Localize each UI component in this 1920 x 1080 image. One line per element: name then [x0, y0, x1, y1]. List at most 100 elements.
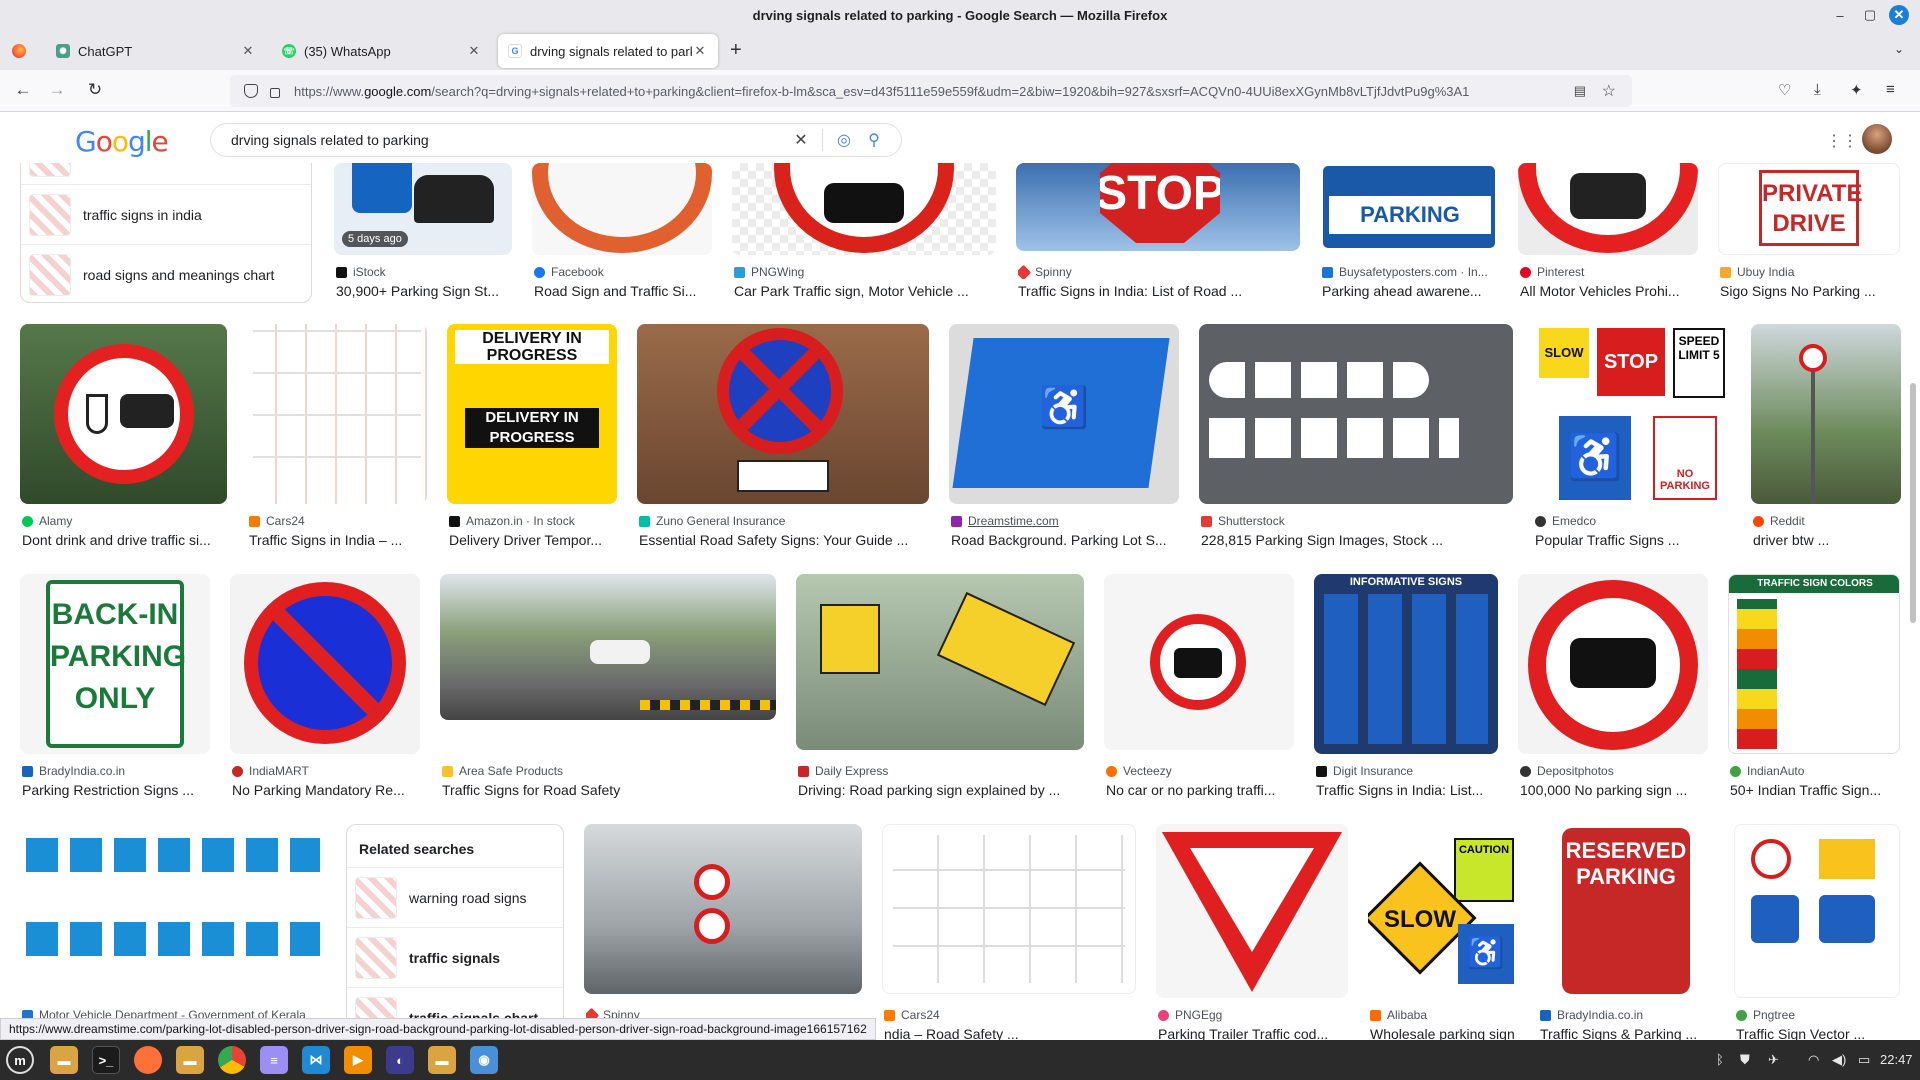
- minimize-icon[interactable]: –: [1830, 5, 1850, 25]
- result-image[interactable]: [1751, 324, 1901, 504]
- image-result[interactable]: 5 days ago iStock 30,900+ Parking Sign S…: [334, 163, 512, 303]
- result-source[interactable]: BradyIndia.co.in: [1540, 1008, 1716, 1022]
- result-image[interactable]: BACK-IN PARKING ONLY: [20, 574, 210, 754]
- clock[interactable]: 22:47: [1880, 1052, 1913, 1067]
- url-bar[interactable]: https://www.google.com/search?q=drving+s…: [230, 75, 1632, 107]
- result-source[interactable]: BradyIndia.co.in: [22, 764, 212, 778]
- chrome-icon[interactable]: [218, 1046, 246, 1074]
- result-source[interactable]: Alamy: [22, 514, 229, 528]
- result-image[interactable]: [532, 163, 712, 255]
- list-all-tabs-icon[interactable]: ⌄: [1894, 42, 1904, 56]
- image-result[interactable]: Pngtree Traffic Sign Vector ...: [1734, 824, 1900, 1040]
- google-logo[interactable]: Google: [75, 125, 169, 158]
- notification-icon[interactable]: ✈: [1768, 1052, 1779, 1068]
- result-title[interactable]: 50+ Indian Traffic Sign...: [1730, 782, 1902, 798]
- bluetooth-icon[interactable]: ᛒ: [1716, 1052, 1724, 1067]
- firefox-taskbar-icon[interactable]: [134, 1046, 162, 1074]
- result-image[interactable]: [20, 324, 227, 504]
- result-image[interactable]: SLOW STOP SPEED LIMIT 5 ♿ NO PARKING: [1533, 324, 1731, 504]
- result-title[interactable]: Parking Restriction Signs ...: [22, 782, 212, 798]
- result-source[interactable]: Spinny: [1018, 265, 1302, 279]
- result-image[interactable]: 5 days ago: [334, 163, 512, 255]
- result-title[interactable]: 30,900+ Parking Sign St...: [336, 283, 514, 299]
- result-image[interactable]: [796, 574, 1084, 750]
- tab-chatgpt[interactable]: ✺ ChatGPT ✕: [46, 34, 266, 68]
- result-source[interactable]: Emedco: [1535, 514, 1733, 528]
- result-source[interactable]: Facebook: [534, 265, 714, 279]
- image-result[interactable]: TRAFFIC SIGN COLORS IndianAuto 50+ India…: [1728, 574, 1900, 804]
- reader-view-icon[interactable]: ▤: [1574, 83, 1586, 99]
- result-title[interactable]: No Parking Mandatory Re...: [232, 782, 422, 798]
- result-title[interactable]: Traffic Sign Vector ...: [1736, 1026, 1902, 1040]
- image-result[interactable]: CAUTION SLOW ♿ Alibaba Wholesale parking…: [1368, 824, 1520, 1040]
- archive-icon[interactable]: ▬: [428, 1046, 456, 1074]
- firefox-icon[interactable]: [12, 44, 26, 58]
- maximize-icon[interactable]: ▢: [1860, 5, 1880, 25]
- downloads-icon[interactable]: ⤓: [1814, 81, 1821, 98]
- result-source[interactable]: Pngtree: [1736, 1008, 1902, 1022]
- result-source[interactable]: Alibaba: [1370, 1008, 1520, 1022]
- folder-icon[interactable]: ▬: [176, 1046, 204, 1074]
- google-lens-icon[interactable]: ◎: [829, 130, 859, 150]
- result-title[interactable]: Road Sign and Traffic Si...: [534, 283, 714, 299]
- image-result[interactable]: Zuno General Insurance Essential Road Sa…: [637, 324, 929, 554]
- search-icon[interactable]: ⚲: [859, 130, 889, 150]
- result-title[interactable]: 100,000 No parking sign ...: [1520, 782, 1710, 798]
- close-window-icon[interactable]: ✕: [1889, 5, 1909, 25]
- search-box[interactable]: drving signals related to parking ✕ ◎ ⚲: [210, 123, 902, 157]
- shield-icon[interactable]: ⛊: [1740, 1052, 1750, 1068]
- result-image[interactable]: [584, 824, 862, 994]
- result-source[interactable]: iStock: [336, 265, 514, 279]
- lock-icon[interactable]: [270, 88, 280, 98]
- result-image[interactable]: ♿: [949, 324, 1179, 504]
- result-image[interactable]: [637, 324, 929, 504]
- forward-icon[interactable]: →: [46, 80, 68, 100]
- result-image[interactable]: TRAFFIC SIGN COLORS: [1728, 574, 1900, 754]
- terminal-icon[interactable]: >_: [92, 1046, 120, 1074]
- result-image[interactable]: DELIVERY IN PROGRESS DELIVERY IN PROGRES…: [447, 324, 617, 504]
- result-image[interactable]: [1104, 574, 1294, 750]
- back-icon[interactable]: ←: [12, 80, 34, 100]
- result-title[interactable]: 228,815 Parking Sign Images, Stock ...: [1201, 532, 1515, 548]
- close-tab-icon[interactable]: ✕: [692, 43, 708, 59]
- image-result[interactable]: RESERVED PARKING BradyIndia.co.in Traffi…: [1538, 824, 1714, 1040]
- image-result[interactable]: PARKING AREA Buysafetyposters.com · In..…: [1320, 163, 1498, 303]
- page-scrollbar[interactable]: [1910, 383, 1916, 623]
- image-result[interactable]: Daily Express Driving: Road parking sign…: [796, 574, 1084, 804]
- image-result[interactable]: Reddit driver btw ...: [1751, 324, 1901, 554]
- image-result[interactable]: PNGWing Car Park Traffic sign, Motor Veh…: [732, 163, 996, 303]
- result-image[interactable]: [1518, 163, 1698, 255]
- result-source[interactable]: Area Safe Products: [442, 764, 778, 778]
- screenshot-icon[interactable]: ◉: [470, 1046, 498, 1074]
- result-source[interactable]: IndianAuto: [1730, 764, 1902, 778]
- volume-icon[interactable]: ◀): [1832, 1052, 1846, 1068]
- image-result[interactable]: STOP Spinny Traffic Signs in India: List…: [1016, 163, 1300, 303]
- result-title[interactable]: Wholesale parking sign ...: [1370, 1026, 1520, 1040]
- result-source[interactable]: Ubuy India: [1720, 265, 1902, 279]
- result-image[interactable]: [230, 574, 420, 754]
- result-title[interactable]: All Motor Vehicles Prohi...: [1520, 283, 1700, 299]
- image-result[interactable]: BACK-IN PARKING ONLY BradyIndia.co.in Pa…: [20, 574, 210, 804]
- eclipse-icon[interactable]: ◐: [386, 1046, 414, 1074]
- result-image[interactable]: CAUTION SLOW ♿: [1368, 824, 1518, 998]
- result-source[interactable]: Zuno General Insurance: [639, 514, 931, 528]
- result-image[interactable]: PARKING AREA: [1320, 163, 1498, 251]
- vscode-icon[interactable]: ⋈: [302, 1046, 330, 1074]
- image-result[interactable]: Pinterest All Motor Vehicles Prohi...: [1518, 163, 1698, 303]
- image-result[interactable]: Cars24 Traffic Signs in India – ...: [247, 324, 427, 554]
- result-title[interactable]: Delivery Driver Tempor...: [449, 532, 619, 548]
- result-image[interactable]: [882, 824, 1136, 994]
- result-source[interactable]: Cars24: [884, 1008, 1138, 1022]
- result-source[interactable]: Vecteezy: [1106, 764, 1296, 778]
- image-result[interactable]: DELIVERY IN PROGRESS DELIVERY IN PROGRES…: [447, 324, 617, 554]
- text-editor-icon[interactable]: ≡: [260, 1046, 288, 1074]
- image-result[interactable]: Vecteezy No car or no parking traffi...: [1104, 574, 1294, 804]
- result-source[interactable]: Reddit: [1753, 514, 1903, 528]
- result-title[interactable]: Parking Trailer Traffic cod...: [1158, 1026, 1350, 1040]
- bookmark-star-icon[interactable]: ☆: [1602, 81, 1616, 101]
- result-title[interactable]: Traffic Signs in India – ...: [249, 532, 429, 548]
- result-image[interactable]: RESERVED PARKING: [1538, 824, 1714, 998]
- tab-google-search[interactable]: G drving signals related to parking ✕: [498, 34, 718, 68]
- image-result[interactable]: IndiaMART No Parking Mandatory Re...: [230, 574, 420, 804]
- tab-whatsapp[interactable]: ☏ (35) WhatsApp ✕: [272, 34, 492, 68]
